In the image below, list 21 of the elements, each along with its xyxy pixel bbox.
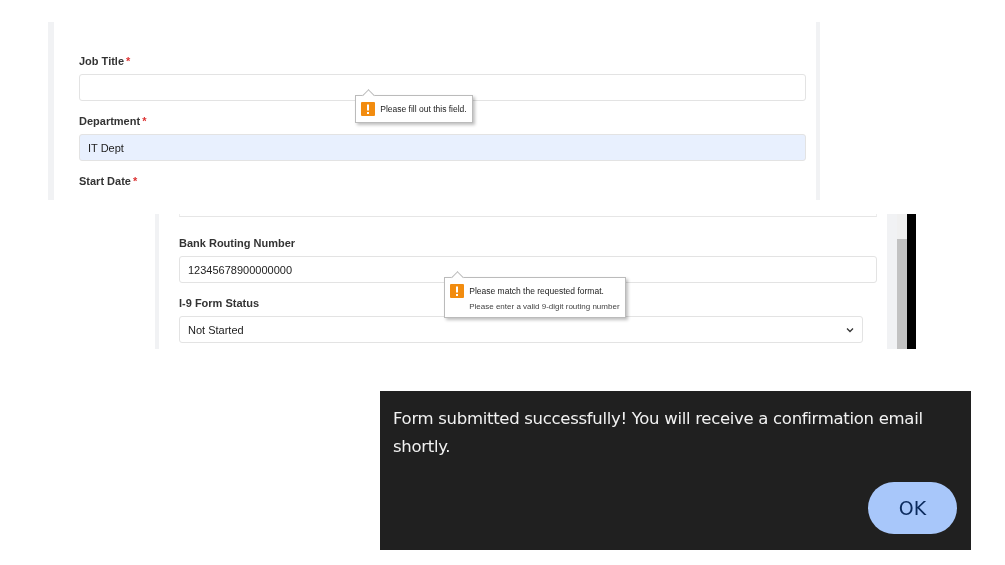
required-mark: * [142, 115, 147, 127]
tooltip-message: Please match the requested format. [469, 286, 605, 296]
warning-icon [450, 284, 465, 298]
ok-button[interactable]: OK [868, 482, 957, 534]
field-label: Department [79, 115, 141, 128]
required-mark: * [126, 55, 131, 67]
field-label: Job Title [79, 55, 125, 68]
scrollbar[interactable] [897, 214, 907, 349]
field-label: I-9 Form Status [179, 297, 260, 310]
required-mark: * [132, 175, 138, 187]
text-field[interactable]: IT Dept [79, 134, 806, 161]
text-field[interactable]: 12345678900000000 [179, 256, 877, 283]
text-field[interactable] [79, 74, 806, 101]
tooltip-message: Please fill out this field. [380, 104, 467, 114]
tooltip-detail: Please enter a valid 9-digit routing number [469, 302, 620, 311]
warning-icon [361, 102, 376, 116]
field-label: Bank Routing Number [179, 237, 296, 250]
dialog-message: Form submitted successfully! You will receive a confirmation email shortly. [393, 408, 924, 458]
field-label: Start Date [79, 175, 131, 188]
chevron-down-icon [846, 326, 854, 333]
dropdown[interactable]: Not Started [179, 316, 863, 343]
